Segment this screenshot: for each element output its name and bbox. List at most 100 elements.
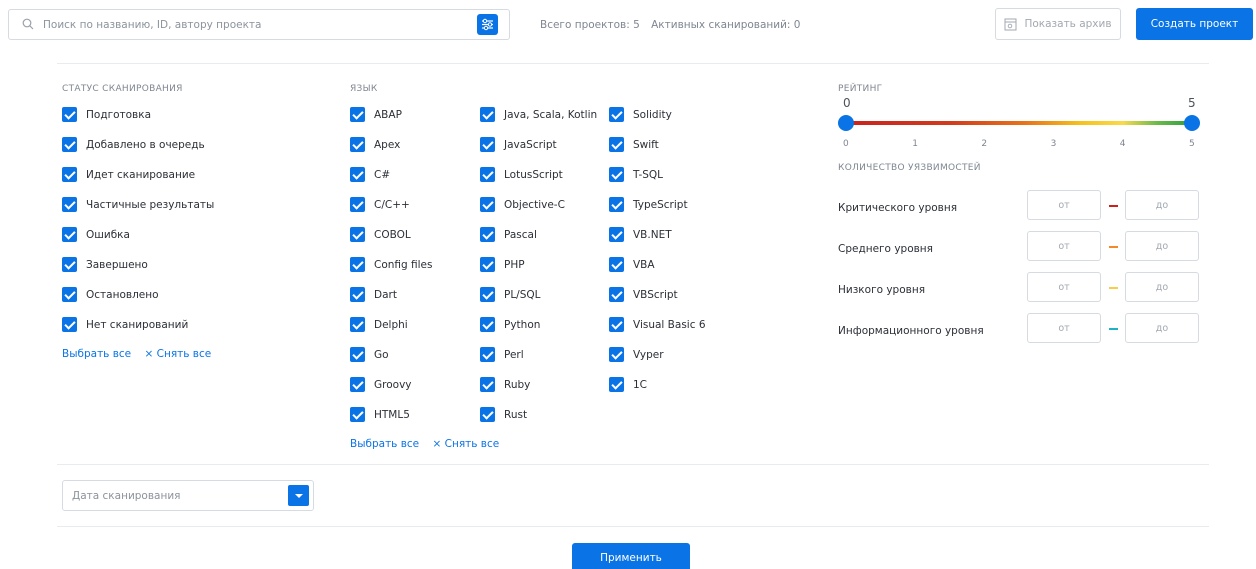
checkbox-checked-icon[interactable] <box>480 197 495 212</box>
checkbox-checked-icon[interactable] <box>350 137 365 152</box>
checkbox-checked-icon[interactable] <box>480 257 495 272</box>
language-checkbox[interactable]: Apex <box>350 137 400 152</box>
language-checkbox[interactable]: VBScript <box>609 287 678 302</box>
checkbox-checked-icon[interactable] <box>480 287 495 302</box>
language-checkbox[interactable]: Go <box>350 347 389 362</box>
search-box[interactable] <box>8 9 510 40</box>
checkbox-checked-icon[interactable] <box>609 227 624 242</box>
language-checkbox[interactable]: PHP <box>480 257 525 272</box>
checkbox-checked-icon[interactable] <box>350 167 365 182</box>
rating-min-handle[interactable] <box>838 115 854 131</box>
checkbox-checked-icon[interactable] <box>480 137 495 152</box>
language-checkbox[interactable]: Pascal <box>480 227 537 242</box>
vuln-from-input[interactable]: от <box>1027 231 1101 261</box>
checkbox-checked-icon[interactable] <box>62 137 77 152</box>
language-checkbox[interactable]: Ruby <box>480 377 530 392</box>
status-checkbox[interactable]: Остановлено <box>62 287 159 302</box>
checkbox-checked-icon[interactable] <box>609 167 624 182</box>
checkbox-checked-icon[interactable] <box>62 287 77 302</box>
rating-max-handle[interactable] <box>1184 115 1200 131</box>
checkbox-checked-icon[interactable] <box>609 257 624 272</box>
language-checkbox[interactable]: Rust <box>480 407 527 422</box>
checkbox-checked-icon[interactable] <box>350 257 365 272</box>
vuln-to-input[interactable]: до <box>1125 313 1199 343</box>
language-checkbox[interactable]: HTML5 <box>350 407 410 422</box>
language-checkbox[interactable]: ABAP <box>350 107 402 122</box>
create-project-button[interactable]: Создать проект <box>1136 8 1253 40</box>
language-checkbox[interactable]: VB.NET <box>609 227 672 242</box>
language-checkbox[interactable]: C/C++ <box>350 197 410 212</box>
checkbox-checked-icon[interactable] <box>480 347 495 362</box>
language-checkbox[interactable]: Config files <box>350 257 433 272</box>
language-checkbox[interactable]: COBOL <box>350 227 411 242</box>
checkbox-checked-icon[interactable] <box>609 317 624 332</box>
status-checkbox[interactable]: Частичные результаты <box>62 197 214 212</box>
status-checkbox[interactable]: Добавлено в очередь <box>62 137 205 152</box>
checkbox-checked-icon[interactable] <box>480 227 495 242</box>
status-checkbox[interactable]: Идет сканирование <box>62 167 195 182</box>
checkbox-checked-icon[interactable] <box>350 287 365 302</box>
language-select-all-link[interactable]: Выбрать все <box>350 438 419 450</box>
chevron-down-icon[interactable] <box>288 485 309 506</box>
vuln-to-input[interactable]: до <box>1125 272 1199 302</box>
language-checkbox[interactable]: Dart <box>350 287 397 302</box>
checkbox-checked-icon[interactable] <box>609 377 624 392</box>
checkbox-checked-icon[interactable] <box>609 107 624 122</box>
language-checkbox[interactable]: Objective-C <box>480 197 565 212</box>
language-checkbox[interactable]: PL/SQL <box>480 287 541 302</box>
vuln-to-input[interactable]: до <box>1125 190 1199 220</box>
vuln-from-input[interactable]: от <box>1027 272 1101 302</box>
language-checkbox[interactable]: LotusScript <box>480 167 563 182</box>
checkbox-checked-icon[interactable] <box>350 197 365 212</box>
checkbox-checked-icon[interactable] <box>350 227 365 242</box>
checkbox-checked-icon[interactable] <box>480 407 495 422</box>
language-checkbox[interactable]: Python <box>480 317 540 332</box>
checkbox-checked-icon[interactable] <box>350 347 365 362</box>
checkbox-checked-icon[interactable] <box>480 317 495 332</box>
language-checkbox[interactable]: 1C <box>609 377 647 392</box>
apply-button[interactable]: Применить <box>572 543 690 569</box>
scan-date-select[interactable]: Дата сканирования <box>62 480 314 511</box>
language-clear-all-link[interactable]: × Снять все <box>432 438 499 450</box>
language-checkbox[interactable]: Visual Basic 6 <box>609 317 706 332</box>
checkbox-checked-icon[interactable] <box>609 137 624 152</box>
status-checkbox[interactable]: Нет сканирований <box>62 317 188 332</box>
language-checkbox[interactable]: Java, Scala, Kotlin <box>480 107 597 122</box>
language-checkbox[interactable]: Groovy <box>350 377 412 392</box>
status-checkbox[interactable]: Завершено <box>62 257 148 272</box>
language-checkbox[interactable]: C# <box>350 167 390 182</box>
checkbox-checked-icon[interactable] <box>62 227 77 242</box>
language-checkbox[interactable]: Solidity <box>609 107 672 122</box>
vuln-from-input[interactable]: от <box>1027 313 1101 343</box>
language-checkbox[interactable]: JavaScript <box>480 137 557 152</box>
show-archive-button[interactable]: Показать архив <box>995 8 1121 40</box>
filter-toggle-button[interactable] <box>477 14 498 35</box>
checkbox-checked-icon[interactable] <box>62 317 77 332</box>
status-checkbox[interactable]: Подготовка <box>62 107 151 122</box>
rating-slider-track[interactable] <box>846 121 1192 125</box>
checkbox-checked-icon[interactable] <box>62 107 77 122</box>
status-clear-all-link[interactable]: × Снять все <box>144 348 211 360</box>
vuln-to-input[interactable]: до <box>1125 231 1199 261</box>
vuln-from-input[interactable]: от <box>1027 190 1101 220</box>
search-input[interactable] <box>43 15 463 35</box>
checkbox-checked-icon[interactable] <box>350 377 365 392</box>
checkbox-checked-icon[interactable] <box>609 287 624 302</box>
language-checkbox[interactable]: T-SQL <box>609 167 663 182</box>
language-checkbox[interactable]: Delphi <box>350 317 408 332</box>
checkbox-checked-icon[interactable] <box>350 407 365 422</box>
language-checkbox[interactable]: Vyper <box>609 347 664 362</box>
status-checkbox[interactable]: Ошибка <box>62 227 130 242</box>
checkbox-checked-icon[interactable] <box>609 347 624 362</box>
checkbox-checked-icon[interactable] <box>350 317 365 332</box>
checkbox-checked-icon[interactable] <box>480 167 495 182</box>
language-checkbox[interactable]: Swift <box>609 137 659 152</box>
checkbox-checked-icon[interactable] <box>609 197 624 212</box>
language-checkbox[interactable]: VBA <box>609 257 655 272</box>
checkbox-checked-icon[interactable] <box>480 377 495 392</box>
checkbox-checked-icon[interactable] <box>350 107 365 122</box>
checkbox-checked-icon[interactable] <box>480 107 495 122</box>
language-checkbox[interactable]: TypeScript <box>609 197 688 212</box>
checkbox-checked-icon[interactable] <box>62 167 77 182</box>
status-select-all-link[interactable]: Выбрать все <box>62 348 131 360</box>
